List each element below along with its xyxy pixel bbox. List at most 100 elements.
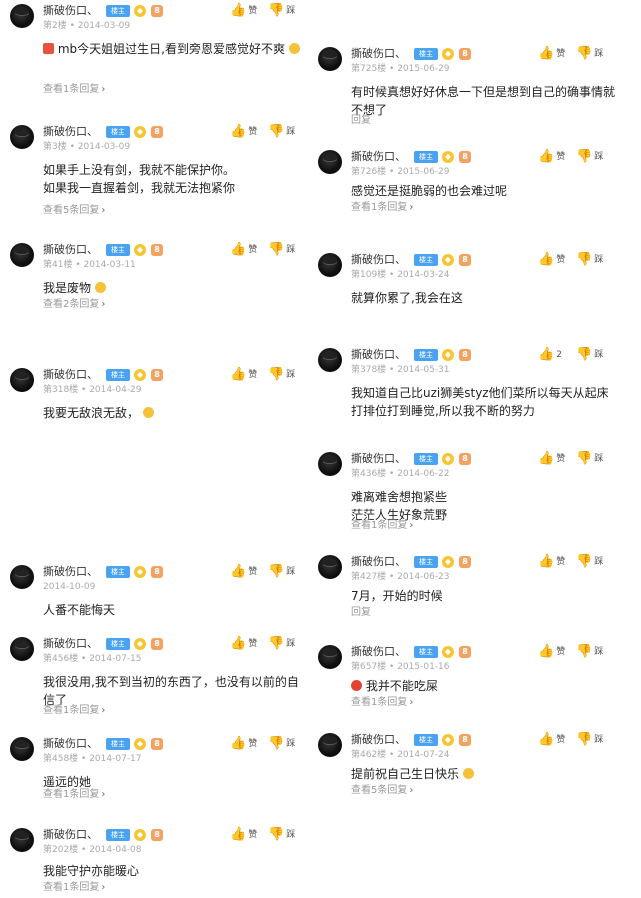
- dislike-button[interactable]: 👎 踩: [268, 125, 295, 139]
- dislike-button[interactable]: 👎 踩: [268, 243, 295, 257]
- like-button[interactable]: 👍 2: [538, 348, 562, 362]
- thumbs-down-icon: 👎: [268, 736, 285, 751]
- like-button[interactable]: 👍 赞: [230, 125, 257, 139]
- view-replies-link[interactable]: 查看1条回复 ›: [43, 789, 105, 801]
- username[interactable]: 撕破伤口、: [351, 645, 406, 659]
- username[interactable]: 撕破伤口、: [43, 828, 98, 842]
- view-replies-link[interactable]: 查看5条回复 ›: [43, 205, 105, 217]
- dislike-button[interactable]: 👎 踩: [268, 368, 295, 382]
- floor-date: 第456楼 • 2014-07-15: [43, 654, 142, 664]
- avatar[interactable]: [318, 645, 342, 669]
- reply-link[interactable]: 回复: [351, 607, 371, 619]
- dislike-label: 踩: [286, 370, 296, 380]
- chevron-right-icon: ›: [101, 882, 106, 893]
- thumbs-up-icon: 👍: [538, 451, 555, 466]
- like-button[interactable]: 👍 赞: [538, 47, 565, 61]
- avatar[interactable]: [10, 637, 34, 661]
- chevron-right-icon: ›: [409, 202, 414, 213]
- comment-text: 我能守护亦能暖心: [43, 864, 140, 878]
- like-button[interactable]: 👍 赞: [538, 253, 565, 267]
- view-replies-link[interactable]: 查看1条回复 ›: [43, 705, 105, 717]
- avatar[interactable]: [10, 125, 34, 149]
- like-button[interactable]: 👍 赞: [230, 4, 257, 18]
- like-button[interactable]: 👍 赞: [538, 452, 565, 466]
- dislike-button[interactable]: 👎 踩: [268, 637, 295, 651]
- comment-text: 我很没用,我不到当初的东西了，也没有以前的自信了: [43, 675, 299, 707]
- avatar[interactable]: [318, 555, 342, 579]
- view-replies-link[interactable]: 查看1条回复 ›: [351, 697, 413, 709]
- level-badge: 楼主: [414, 151, 438, 163]
- avatar[interactable]: [10, 4, 34, 28]
- username[interactable]: 撕破伤口、: [43, 637, 98, 651]
- medal-badge-icon: 8: [151, 829, 163, 841]
- like-label: 赞: [248, 639, 258, 649]
- avatar[interactable]: [10, 565, 34, 589]
- like-button[interactable]: 👍 赞: [230, 368, 257, 382]
- like-button[interactable]: 👍 赞: [230, 637, 257, 651]
- chevron-right-icon: ›: [409, 785, 414, 796]
- avatar[interactable]: [318, 348, 342, 372]
- username[interactable]: 撕破伤口、: [43, 243, 98, 257]
- like-button[interactable]: 👍 赞: [538, 150, 565, 164]
- like-button[interactable]: 👍 赞: [538, 733, 565, 747]
- username[interactable]: 撕破伤口、: [43, 125, 98, 139]
- medal-badge-icon: 8: [151, 566, 163, 578]
- username[interactable]: 撕破伤口、: [351, 733, 406, 747]
- like-button[interactable]: 👍 赞: [230, 565, 257, 579]
- like-button[interactable]: 👍 赞: [230, 828, 257, 842]
- username[interactable]: 撕破伤口、: [43, 4, 98, 18]
- dislike-button[interactable]: 👎 踩: [576, 150, 603, 164]
- medal-badge-icon: 8: [459, 151, 471, 163]
- thumbs-up-icon: 👍: [230, 736, 247, 751]
- username[interactable]: 撕破伤口、: [43, 368, 98, 382]
- like-button[interactable]: 👍 赞: [230, 243, 257, 257]
- floor-date: 第657楼 • 2015-01-16: [351, 662, 450, 672]
- avatar[interactable]: [318, 253, 342, 277]
- avatar[interactable]: [318, 47, 342, 71]
- avatar[interactable]: [10, 737, 34, 761]
- like-count: 2: [556, 350, 562, 360]
- dislike-button[interactable]: 👎 踩: [576, 555, 603, 569]
- view-replies-link[interactable]: 查看1条回复 ›: [351, 202, 413, 214]
- username[interactable]: 撕破伤口、: [43, 565, 98, 579]
- avatar[interactable]: [10, 828, 34, 852]
- dislike-button[interactable]: 👎 踩: [576, 733, 603, 747]
- username[interactable]: 撕破伤口、: [351, 348, 406, 362]
- thumbs-up-icon: 👍: [230, 367, 247, 382]
- dislike-button[interactable]: 👎 踩: [268, 4, 295, 18]
- like-button[interactable]: 👍 赞: [538, 645, 565, 659]
- username[interactable]: 撕破伤口、: [43, 737, 98, 751]
- dislike-button[interactable]: 👎 踩: [268, 828, 295, 842]
- view-replies-link[interactable]: 查看5条回复 ›: [351, 785, 413, 797]
- username[interactable]: 撕破伤口、: [351, 452, 406, 466]
- username[interactable]: 撕破伤口、: [351, 555, 406, 569]
- dislike-button[interactable]: 👎 踩: [576, 645, 603, 659]
- dislike-button[interactable]: 👎 踩: [576, 452, 603, 466]
- avatar[interactable]: [318, 452, 342, 476]
- thumbs-up-icon: 👍: [230, 827, 247, 842]
- avatar[interactable]: [10, 243, 34, 267]
- dislike-button[interactable]: 👎 踩: [576, 348, 603, 362]
- thumbs-down-icon: 👎: [268, 3, 285, 18]
- username[interactable]: 撕破伤口、: [351, 150, 406, 164]
- view-replies-link[interactable]: 查看1条回复 ›: [43, 882, 105, 894]
- avatar[interactable]: [10, 368, 34, 392]
- gem-badge-icon: ◆: [134, 369, 146, 381]
- dislike-button[interactable]: 👎 踩: [576, 253, 603, 267]
- level-badge: 楼主: [106, 829, 130, 841]
- username[interactable]: 撕破伤口、: [351, 253, 406, 267]
- comment-text: 难离难舍想抱紧些 茫茫人生好象荒野: [351, 490, 448, 522]
- reply-link[interactable]: 回复: [351, 115, 371, 127]
- like-button[interactable]: 👍 赞: [230, 737, 257, 751]
- avatar[interactable]: [318, 733, 342, 757]
- username[interactable]: 撕破伤口、: [351, 47, 406, 61]
- view-replies-link[interactable]: 查看1条回复 ›: [351, 520, 413, 532]
- dislike-button[interactable]: 👎 踩: [268, 737, 295, 751]
- view-replies-link[interactable]: 查看1条回复 ›: [43, 84, 105, 96]
- avatar[interactable]: [318, 150, 342, 174]
- view-replies-link[interactable]: 查看2条回复 ›: [43, 299, 105, 311]
- dislike-button[interactable]: 👎 踩: [576, 47, 603, 61]
- like-button[interactable]: 👍 赞: [538, 555, 565, 569]
- dislike-label: 踩: [594, 49, 604, 59]
- dislike-button[interactable]: 👎 踩: [268, 565, 295, 579]
